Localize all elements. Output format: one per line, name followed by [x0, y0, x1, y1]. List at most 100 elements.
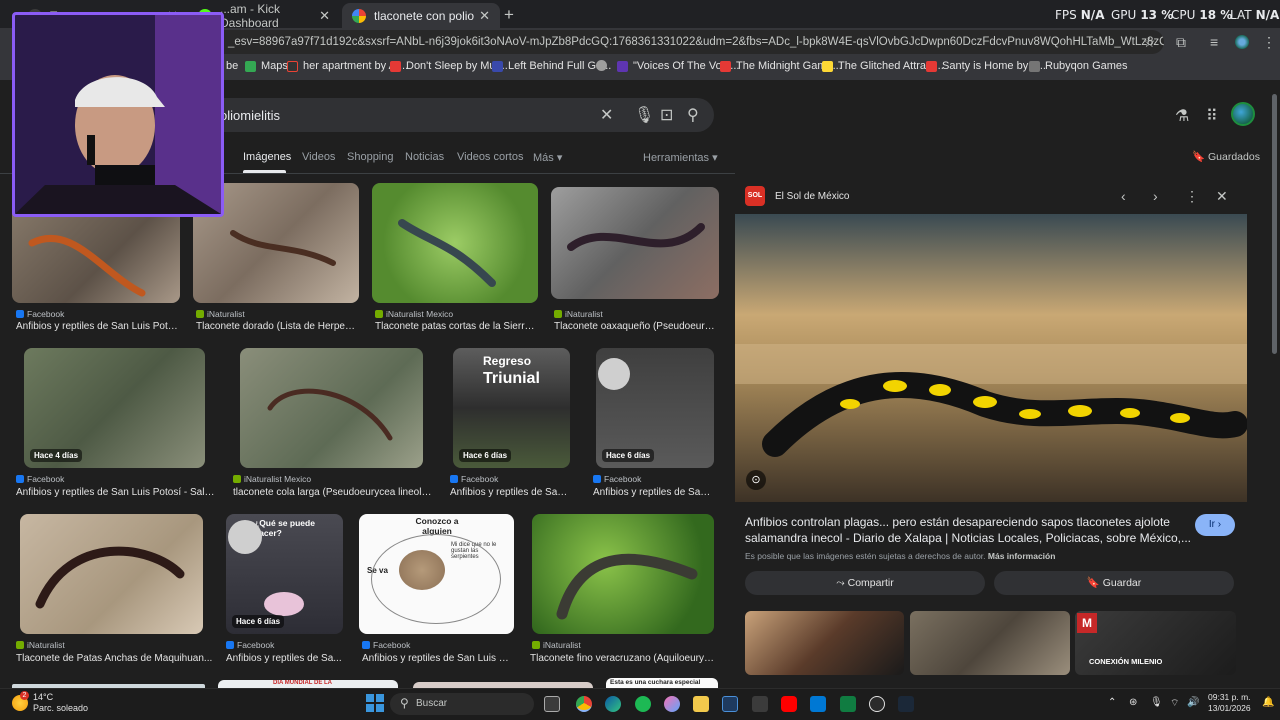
menu-kebab-icon[interactable]: ⋮ — [1262, 34, 1276, 51]
obs-icon[interactable] — [869, 696, 885, 712]
network-icon[interactable]: ⌔ — [1170, 697, 1179, 710]
save-button[interactable]: 🔖 Guardar — [994, 571, 1234, 595]
result-image[interactable] — [532, 514, 714, 634]
result-title[interactable]: Tlaconete de Patas Anchas de Maquihuan..… — [16, 653, 221, 664]
store-icon[interactable] — [722, 696, 738, 712]
system-clock[interactable]: 09:31 p. m. 13/01/2026 — [1208, 692, 1251, 714]
account-avatar[interactable] — [1231, 102, 1255, 126]
bookmark-item[interactable]: Santy is Home by k... — [926, 60, 1046, 72]
labs-flask-icon[interactable]: ⚗ — [1175, 106, 1189, 126]
tab-news[interactable]: Noticias — [405, 151, 444, 163]
bookmark-item[interactable]: Don't Sleep by Mur... — [390, 60, 508, 72]
app-icon[interactable] — [752, 696, 768, 712]
panel-source[interactable]: El Sol de México — [775, 191, 849, 202]
related-image[interactable]: M CONEXIÓN MILENIO — [1075, 611, 1236, 675]
next-icon[interactable]: › — [1153, 188, 1158, 204]
bookmark-item[interactable]: Rubyqon Games — [1029, 60, 1128, 72]
share-button[interactable]: ⤳ Compartir — [745, 571, 985, 595]
chrome-icon[interactable] — [576, 696, 592, 712]
result-image[interactable] — [20, 514, 203, 634]
result-image[interactable]: Hace 4 días — [24, 348, 205, 468]
volume-icon[interactable]: 🔊 — [1187, 697, 1199, 708]
prev-icon[interactable]: ‹ — [1121, 188, 1126, 204]
result-image[interactable]: DÍA MUNDIAL DE LA — [218, 680, 398, 688]
preview-image[interactable] — [735, 214, 1247, 502]
result-title[interactable]: Tlaconete dorado (Lista de Herpet... — [196, 321, 356, 332]
tray-icon[interactable]: ⊛ — [1129, 697, 1137, 708]
more-icon[interactable]: ⋮ — [1185, 188, 1199, 205]
taskbar-search[interactable]: Buscar — [390, 693, 534, 715]
close-icon[interactable]: ✕ — [1216, 188, 1228, 205]
url-text: _esv=88967a97f71d192c&sxsrf=ANbL-n6j39jo… — [228, 36, 1164, 48]
apps-grid-icon[interactable]: ⠿ — [1206, 106, 1218, 126]
result-title[interactable]: Anfibios y reptiles de San Luis P... — [362, 653, 512, 664]
tab-shopping[interactable]: Shopping — [347, 151, 394, 163]
tab-close-icon[interactable]: ✕ — [479, 8, 490, 24]
task-view-icon[interactable] — [544, 696, 560, 712]
bookmark-item[interactable]: Maps — [245, 60, 288, 72]
more-info-link[interactable]: Más información — [988, 551, 1056, 561]
result-image[interactable] — [372, 183, 538, 303]
result-title[interactable]: Anfibios y reptiles de San Luis Poto... — [16, 321, 181, 332]
file-explorer-icon[interactable] — [693, 696, 709, 712]
result-title[interactable]: Anfibios y reptiles de San ... — [450, 487, 572, 498]
bookmark-item[interactable]: be — [226, 60, 238, 72]
saved-button[interactable]: 🔖 Guardados — [1192, 150, 1260, 163]
excel-icon[interactable] — [840, 696, 856, 712]
spotify-icon[interactable] — [635, 696, 651, 712]
outlook-icon[interactable] — [810, 696, 826, 712]
new-tab-button[interactable]: + — [504, 5, 514, 25]
result-image[interactable]: Conozco a alguien Se va Mi dice que no l… — [359, 514, 514, 634]
result-image[interactable]: Regreso Triunial Hace 6 días — [453, 348, 570, 468]
tab-more[interactable]: Más ▾ — [533, 151, 562, 164]
bookmark-item[interactable] — [596, 60, 612, 71]
go-button[interactable]: Ir › — [1195, 514, 1235, 536]
tools-button[interactable]: Herramientas ▾ — [643, 151, 718, 164]
tray-overflow-icon[interactable]: ⌃ — [1108, 697, 1116, 708]
address-bar[interactable]: _esv=88967a97f71d192c&sxsrf=ANbL-n6j39jo… — [210, 30, 1164, 54]
result-title[interactable]: Tlaconete oaxaqueño (Pseudoeury... — [554, 321, 716, 332]
result-image[interactable]: ¿Qué se puede hacer? Hace 6 días — [226, 514, 343, 634]
tab-images[interactable]: Imágenes — [243, 151, 291, 163]
microphone-tray-icon[interactable]: 🎙 — [1150, 697, 1163, 708]
microphone-icon[interactable]: 🎙 — [634, 105, 654, 125]
extensions-icon[interactable]: ⧉ — [1176, 34, 1186, 51]
lens-icon[interactable]: ⊡ — [660, 105, 673, 125]
playlist-icon[interactable]: ≡ — [1210, 34, 1218, 50]
search-input[interactable]: oliomielitis — [220, 108, 280, 123]
youtube-icon[interactable] — [781, 696, 797, 712]
related-image[interactable] — [910, 611, 1070, 675]
result-image[interactable]: Hace 6 días — [596, 348, 714, 468]
bookmark-star-icon[interactable]: ☆ — [1143, 34, 1156, 51]
result-title[interactable]: Anfibios y reptiles de San Luis Potosí -… — [16, 487, 216, 498]
result-source: Facebook — [16, 309, 64, 319]
weather-widget[interactable]: 14°C Parc. soleado — [33, 692, 88, 714]
tab-videos[interactable]: Videos — [302, 151, 335, 163]
result-source: iNaturalist — [196, 309, 245, 319]
result-image[interactable]: Esta es una cuchara especial — [606, 678, 718, 688]
bookmark-item[interactable]: Left Behind Full Ga... — [492, 60, 611, 72]
visual-search-icon[interactable]: ⊙ — [746, 470, 766, 490]
browser-tab-active[interactable]: tlaconete con poliomielitis - Bu ✕ — [342, 3, 500, 28]
result-title[interactable]: Anfibios y reptiles de San ... — [593, 487, 715, 498]
page-scrollbar[interactable] — [1270, 80, 1280, 686]
tab-close-icon[interactable]: ✕ — [319, 8, 330, 24]
panel-title[interactable]: Anfibios controlan plagas... pero están … — [745, 514, 1195, 546]
result-image[interactable] — [551, 187, 719, 299]
profile-avatar-icon[interactable] — [1235, 35, 1249, 49]
result-image[interactable] — [240, 348, 423, 468]
copilot-icon[interactable] — [664, 696, 680, 712]
notifications-icon[interactable]: 🔔 — [1262, 697, 1274, 708]
result-title[interactable]: Anfibios y reptiles de Sa... — [226, 653, 348, 664]
result-title[interactable]: Tlaconete fino veracruzano (Aquiloeuryc.… — [530, 653, 715, 664]
related-image[interactable] — [745, 611, 904, 675]
steam-icon[interactable] — [898, 696, 914, 712]
search-box[interactable]: oliomielitis ✕ 🎙 ⊡ ⚲ — [190, 98, 714, 132]
result-title[interactable]: tlaconete cola larga (Pseudoeurycea line… — [233, 487, 433, 498]
edge-icon[interactable] — [605, 696, 621, 712]
tab-short-videos[interactable]: Videos cortos — [457, 151, 523, 163]
start-icon[interactable] — [366, 694, 384, 712]
clear-icon[interactable]: ✕ — [600, 105, 613, 125]
search-icon[interactable]: ⚲ — [687, 105, 699, 125]
result-title[interactable]: Tlaconete patas cortas de la Sierra... — [375, 321, 537, 332]
